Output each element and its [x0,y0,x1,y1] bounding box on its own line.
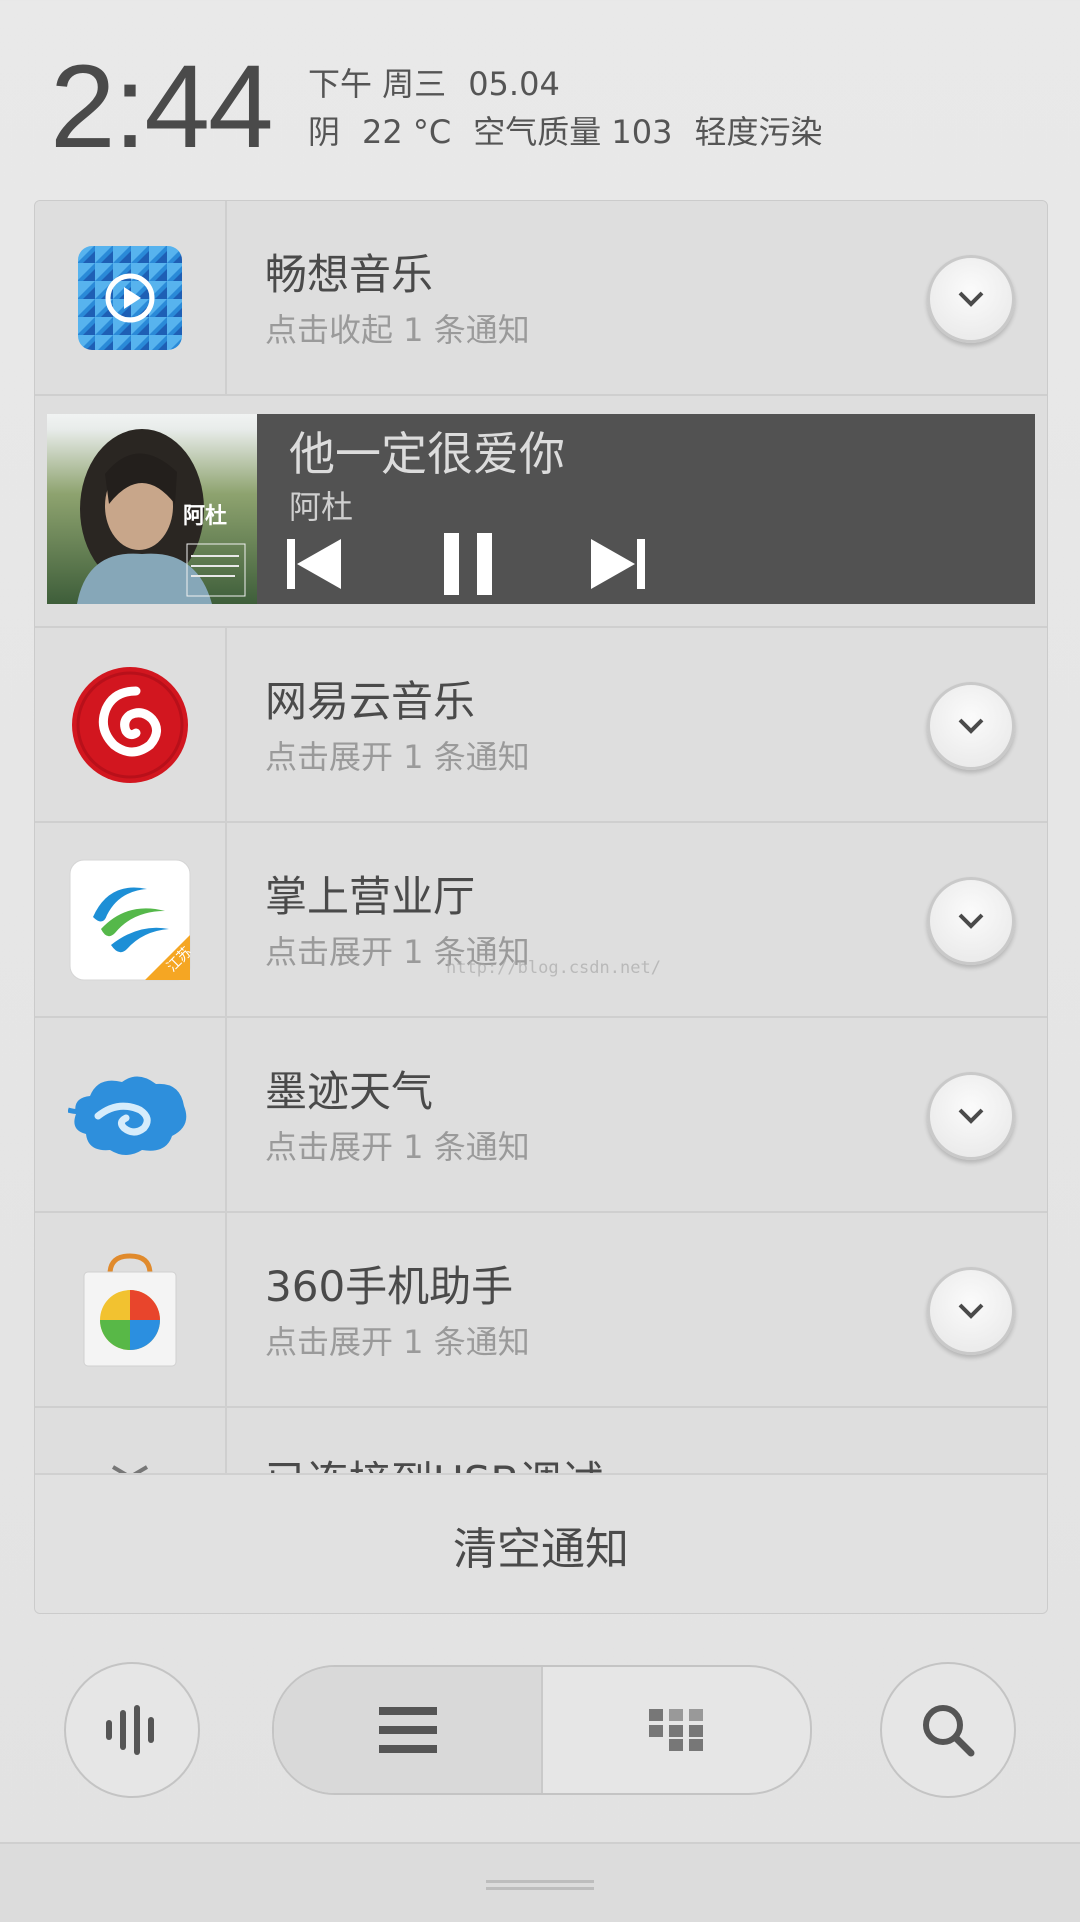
expand-button[interactable] [927,1267,1015,1355]
notification-usb-debugging[interactable]: 已连接到USB调试 [35,1408,1047,1473]
search-button[interactable] [880,1662,1016,1798]
expand-button[interactable] [927,877,1015,965]
chevron-down-icon [958,291,984,307]
song-title: 他一定很爱你 [289,427,565,481]
voice-button[interactable] [64,1662,200,1798]
notification-360-assistant[interactable]: 360手机助手 点击展开 1 条通知 [35,1213,1047,1408]
clock-time: 2:44 [50,41,274,173]
search-icon [923,1705,975,1757]
skip-next-icon [591,539,645,589]
notification-hint: 点击展开 1 条通知 [265,738,530,776]
artist-name: 阿杜 [289,488,354,526]
album-text: 阿杜 [183,504,228,529]
pause-icon [444,533,492,595]
period-day: 下午 周三 [308,65,447,103]
skip-previous-icon [287,539,341,589]
chevron-down-icon [958,718,984,734]
status-info: 下午 周三 05.04 阴 22 °C 空气质量 103 轻度污染 [308,60,845,156]
netease-music-icon [72,666,188,783]
expand-button[interactable] [927,1072,1015,1160]
app-name: 已连接到USB调试 [265,1448,603,1473]
pause-button[interactable] [433,533,503,595]
drag-handle-bar[interactable] [0,1842,1080,1922]
chevron-down-icon [958,913,984,929]
air-quality: 空气质量 103 [473,113,673,151]
notification-moji-weather[interactable]: 墨迹天气 点击展开 1 条通知 [35,1018,1047,1213]
changxiang-music-icon [78,245,182,350]
notification-netease-music[interactable]: 网易云音乐 点击展开 1 条通知 [35,628,1047,823]
pollution: 轻度污染 [694,113,823,151]
next-button[interactable] [583,534,653,594]
expand-button[interactable] [927,682,1015,770]
toggles-grid-tab[interactable] [543,1667,810,1793]
weather: 阴 [308,113,341,151]
list-icon [378,1707,437,1753]
weather-line: 阴 22 °C 空气质量 103 轻度污染 [308,108,845,156]
media-player: 阿杜 他一定很爱你 阿杜 [35,396,1047,628]
usb-debug-icon [111,1464,149,1473]
notification-hint: 点击展开 1 条通知 [265,1323,530,1361]
app-name: 掌上营业厅 [265,872,476,921]
notification-hint: 点击收起 1 条通知 [265,311,530,349]
temperature: 22 °C [362,113,452,151]
view-toggle [272,1665,812,1795]
voice-bars-icon [106,1705,154,1755]
notification-panel: 畅想音乐 点击收起 1 条通知 阿杜 他一定很爱你 阿杜 网易云音乐 点击展开 … [34,200,1048,1614]
notification-mobile-hall[interactable]: 江苏 掌上营业厅 点击展开 1 条通知 [35,823,1047,1018]
chevron-down-icon [958,1108,984,1124]
app-name: 墨迹天气 [265,1067,434,1116]
notification-list[interactable]: 畅想音乐 点击收起 1 条通知 阿杜 他一定很爱你 阿杜 网易云音乐 点击展开 … [35,201,1047,1473]
360-assistant-icon [83,1252,177,1366]
moji-weather-icon [68,1075,187,1155]
notification-list-tab[interactable] [274,1667,543,1793]
chevron-down-icon [958,1303,984,1319]
drag-handle-icon [486,1880,594,1890]
notification-hint: 点击展开 1 条通知 [265,1128,530,1166]
notification-changxiang-music[interactable]: 畅想音乐 点击收起 1 条通知 [35,201,1047,396]
app-name: 畅想音乐 [265,250,434,299]
clear-notifications-button[interactable]: 清空通知 [35,1473,1047,1613]
album-art: 阿杜 [47,414,257,604]
app-name: 网易云音乐 [265,677,476,726]
app-name: 360手机助手 [265,1262,514,1311]
date: 05.04 [468,65,560,103]
date-line: 下午 周三 05.04 [308,60,845,108]
collapse-button[interactable] [927,255,1015,343]
china-mobile-icon: 江苏 [69,859,191,980]
grid-icon [648,1709,703,1751]
previous-button[interactable] [279,534,349,594]
watermark: http://blog.csdn.net/ [446,958,661,978]
